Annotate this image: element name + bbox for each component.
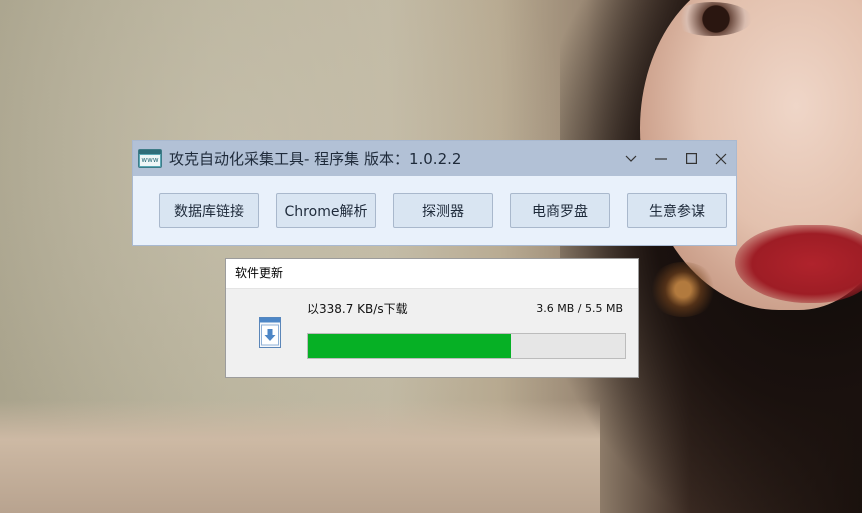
download-speed: 以338.7 KB/s下载 — [307, 302, 408, 316]
maximize-icon[interactable] — [676, 141, 706, 176]
download-size: 3.6 MB / 5.5 MB — [536, 302, 623, 315]
download-progress-fill — [308, 334, 511, 358]
desktop-background — [0, 0, 862, 513]
app-icon-text: www — [140, 155, 160, 166]
download-icon — [259, 317, 281, 348]
dialog-title: 软件更新 — [226, 259, 638, 289]
toolbar-buttons: 数据库链接 Chrome解析 探测器 电商罗盘 生意参谋 — [159, 193, 727, 228]
chrome-parse-button[interactable]: Chrome解析 — [276, 193, 376, 228]
detector-button[interactable]: 探测器 — [393, 193, 493, 228]
window-controls — [616, 141, 736, 176]
business-advisor-button[interactable]: 生意参谋 — [627, 193, 727, 228]
ecommerce-compass-button[interactable]: 电商罗盘 — [510, 193, 610, 228]
database-link-button[interactable]: 数据库链接 — [159, 193, 259, 228]
background-earring — [648, 262, 718, 317]
minimize-icon[interactable] — [646, 141, 676, 176]
window-title: 攻克自动化采集工具- 程序集 版本：1.0.2.2 — [169, 150, 462, 168]
software-update-dialog: 软件更新 以338.7 KB/s下载 3.6 MB / 5.5 MB — [225, 258, 639, 378]
www-app-icon: www — [138, 149, 162, 168]
main-window: www 攻克自动化采集工具- 程序集 版本：1.0.2.2 数据库链接 Chro… — [132, 140, 737, 246]
download-progress-bar — [307, 333, 626, 359]
chevron-down-icon[interactable] — [616, 141, 646, 176]
background-floor — [0, 400, 600, 513]
background-eye — [672, 2, 752, 36]
title-bar[interactable]: www 攻克自动化采集工具- 程序集 版本：1.0.2.2 — [133, 141, 736, 176]
close-icon[interactable] — [706, 141, 736, 176]
